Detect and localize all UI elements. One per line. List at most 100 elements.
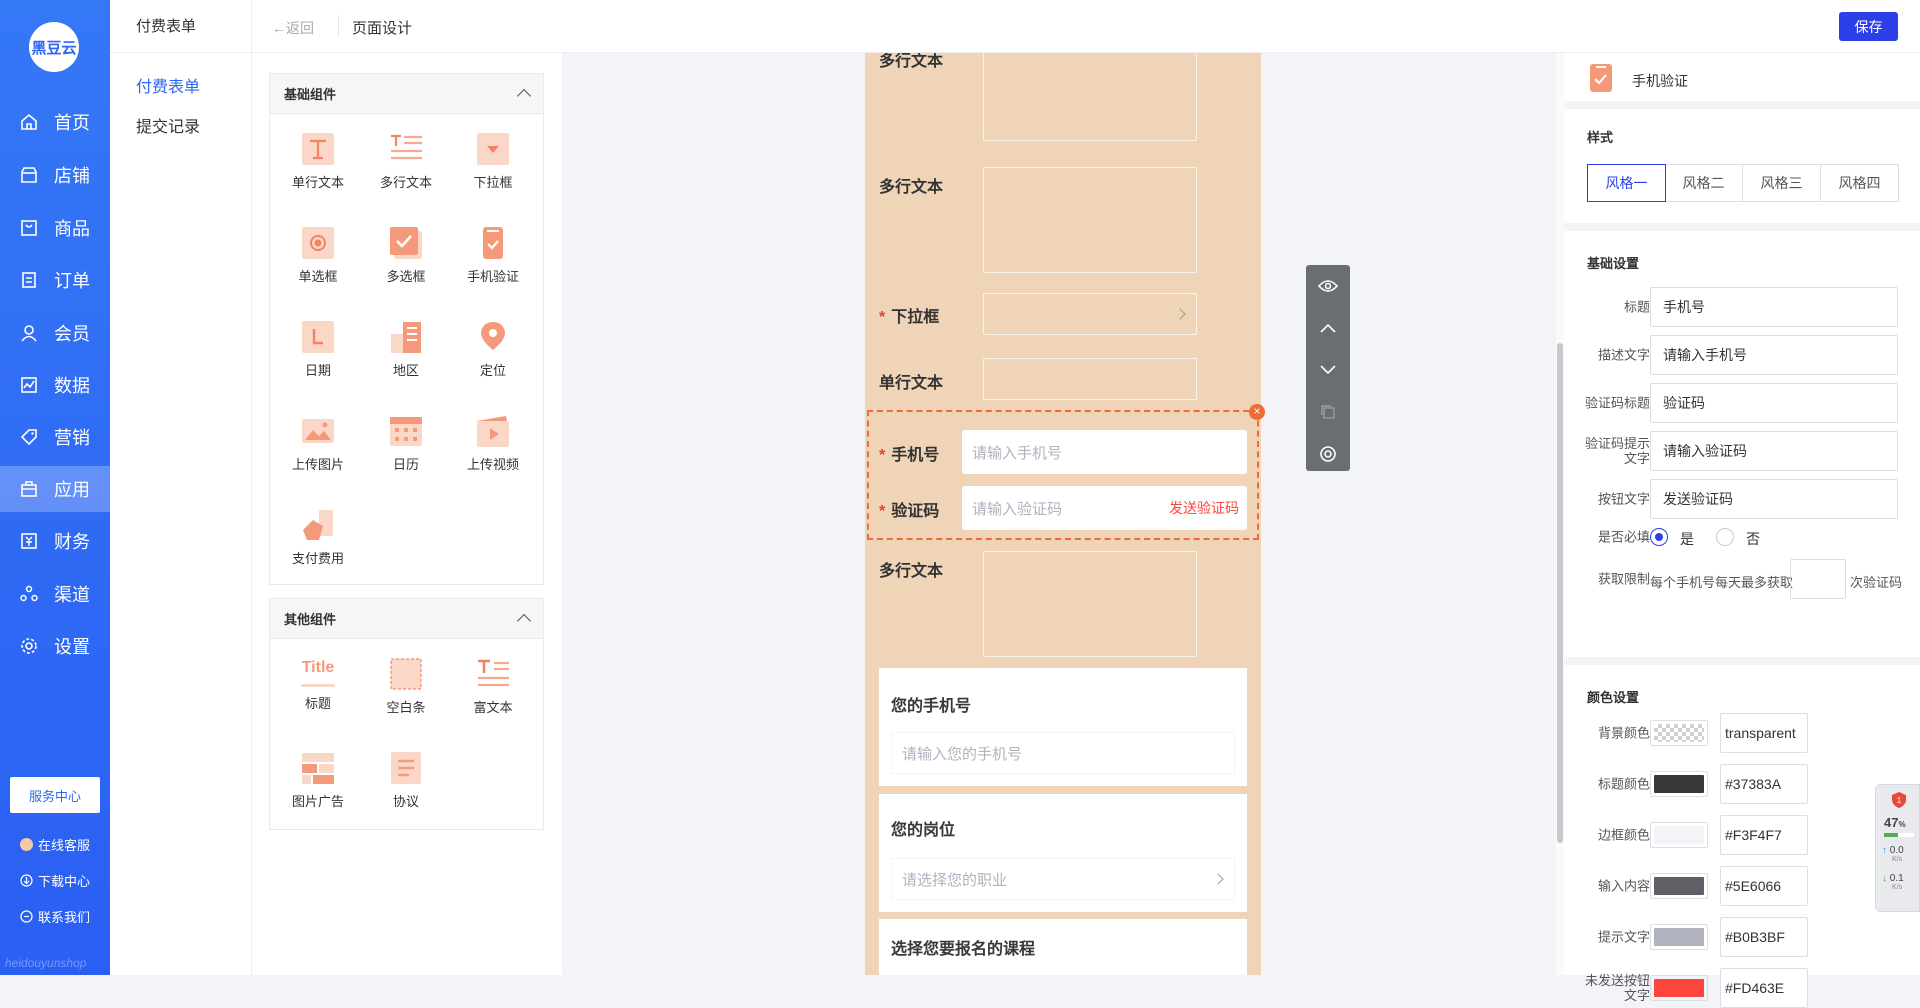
multiline-input[interactable]	[983, 551, 1197, 657]
nav-item-finance[interactable]: 财务	[0, 518, 110, 564]
comp-image-ad[interactable]: 图片广告	[275, 741, 361, 821]
required-yes-radio[interactable]	[1650, 528, 1668, 546]
component-palette: 基础组件 单行文本 多行文本 下拉框 单选框 多选框 手机验证 日期 地区 定位…	[252, 53, 562, 975]
building-icon	[391, 322, 421, 353]
comp-label: 富文本	[473, 700, 513, 715]
multiline-input[interactable]	[983, 53, 1197, 141]
tab-style-1[interactable]: 风格一	[1587, 164, 1666, 202]
contact-us-label: 联系我们	[38, 910, 91, 925]
dropdown-field[interactable]	[983, 293, 1197, 335]
tab-style-4[interactable]: 风格四	[1821, 165, 1898, 201]
comp-calendar[interactable]: 日历	[363, 404, 449, 484]
multiline-input[interactable]	[983, 167, 1197, 273]
brand-logo[interactable]: 黑豆云	[29, 22, 79, 72]
other-components-header[interactable]: 其他组件	[270, 599, 543, 639]
subnav-item-submissions[interactable]: 提交记录	[136, 113, 200, 137]
download-center-link[interactable]: 下载中心	[20, 871, 90, 890]
delete-component-icon[interactable]: ×	[1249, 404, 1265, 420]
page-title: 页面设计	[352, 20, 413, 37]
card-input[interactable]: 请输入您的手机号	[891, 732, 1235, 774]
comp-multi-line[interactable]: 多行文本	[363, 122, 449, 202]
comp-date[interactable]: 日期	[275, 310, 361, 390]
app-icon	[21, 481, 37, 497]
comp-spacer[interactable]: 空白条	[363, 647, 449, 727]
online-service-link[interactable]: 在线客服	[20, 835, 90, 854]
color-swatch[interactable]	[1650, 720, 1708, 746]
comp-payment[interactable]: 支付费用	[275, 498, 361, 578]
nav-item-goods[interactable]: 商品	[0, 205, 110, 251]
color-value-input[interactable]: #5E6066	[1720, 866, 1808, 906]
title-input[interactable]: 手机号	[1650, 287, 1898, 327]
nav-item-apps[interactable]: 应用	[0, 466, 110, 512]
required-no-radio[interactable]	[1716, 528, 1734, 546]
color-value-input[interactable]: #37383A	[1720, 764, 1808, 804]
contact-us-link[interactable]: 联系我们	[20, 907, 90, 926]
move-up-button[interactable]	[1306, 307, 1350, 349]
description-input[interactable]: 请输入手机号	[1650, 335, 1898, 375]
comp-label: 支付费用	[291, 551, 344, 566]
comp-location[interactable]: 定位	[450, 310, 536, 390]
canvas-scrollbar[interactable]	[1556, 53, 1564, 975]
comp-radio[interactable]: 单选框	[275, 216, 361, 296]
setting-label: 输入内容	[1597, 878, 1650, 894]
comp-upload-image[interactable]: 上传图片	[275, 404, 361, 484]
comp-checkbox[interactable]: 多选框	[363, 216, 449, 296]
nav-item-marketing[interactable]: 营销	[0, 414, 110, 460]
basic-settings-section: 基础设置 标题 手机号 描述文字 请输入手机号 验证码标题 验证码 验证码提示文…	[1564, 231, 1920, 657]
color-swatch[interactable]	[1650, 822, 1708, 848]
card-select[interactable]: 请选择您的职业	[891, 858, 1235, 900]
comp-title[interactable]: Title 标题	[275, 647, 361, 727]
comp-rich-text[interactable]: 富文本	[450, 647, 536, 727]
color-swatch[interactable]	[1650, 975, 1708, 1001]
settings-button[interactable]	[1306, 433, 1350, 475]
net-speed-widget[interactable]: 1 47% ↑ 0.0 K/s ↓ 0.1 K/s	[1875, 784, 1920, 912]
comp-single-line[interactable]: 单行文本	[275, 122, 361, 202]
limit-count-input[interactable]	[1790, 559, 1846, 599]
nav-label: 会员	[54, 324, 90, 344]
tab-style-2[interactable]: 风格二	[1665, 165, 1743, 201]
color-row: 边框颜色 #F3F4F7	[1564, 815, 1920, 855]
nav-item-member[interactable]: 会员	[0, 310, 110, 356]
nav-item-order[interactable]: 订单	[0, 257, 110, 303]
tab-style-3[interactable]: 风格三	[1743, 165, 1821, 201]
title-icon: Title	[301, 657, 335, 687]
nav-item-settings[interactable]: 设置	[0, 623, 110, 669]
nav-item-data[interactable]: 数据	[0, 362, 110, 408]
color-value-input[interactable]: #B0B3BF	[1720, 917, 1808, 957]
comp-upload-video[interactable]: 上传视频	[450, 404, 536, 484]
color-swatch[interactable]	[1650, 873, 1708, 899]
color-value-input[interactable]: transparent	[1720, 713, 1808, 753]
preview-button[interactable]	[1306, 265, 1350, 307]
radio-label: 是	[1680, 531, 1694, 547]
nav-label: 应用	[54, 480, 90, 500]
service-center-button[interactable]: 服务中心	[10, 777, 100, 813]
nav-item-store[interactable]: 店铺	[0, 152, 110, 198]
nav-item-channel[interactable]: 渠道	[0, 571, 110, 617]
limit-suffix: 次验证码	[1850, 575, 1903, 590]
code-input[interactable]: 请输入验证码 发送验证码	[962, 486, 1247, 530]
color-swatch[interactable]	[1650, 924, 1708, 950]
save-button[interactable]: 保存	[1839, 12, 1898, 41]
send-code-button[interactable]: 发送验证码	[1169, 498, 1239, 518]
color-value-input[interactable]: #F3F4F7	[1720, 815, 1808, 855]
copy-button[interactable]	[1306, 391, 1350, 433]
nav-item-home[interactable]: 首页	[0, 99, 110, 145]
move-down-button[interactable]	[1306, 349, 1350, 391]
scrollbar-thumb[interactable]	[1557, 343, 1563, 843]
code-hint-input[interactable]: 请输入验证码	[1650, 431, 1898, 471]
cpu-percent: 47%	[1884, 815, 1906, 830]
color-value-input[interactable]: #FD463E	[1720, 968, 1808, 1008]
basic-components-header[interactable]: 基础组件	[270, 74, 543, 114]
code-title-input[interactable]: 验证码	[1650, 383, 1898, 423]
subnav-item-paid-form[interactable]: 付费表单	[136, 73, 200, 97]
phone-input[interactable]: 请输入手机号	[962, 430, 1247, 474]
comp-agreement[interactable]: 协议	[363, 741, 449, 821]
comp-phone-verify[interactable]: 手机验证	[450, 216, 536, 296]
single-line-input[interactable]	[983, 358, 1197, 400]
button-text-input[interactable]: 发送验证码	[1650, 479, 1898, 519]
comp-region[interactable]: 地区	[363, 310, 449, 390]
comp-dropdown[interactable]: 下拉框	[450, 122, 536, 202]
color-swatch[interactable]	[1650, 771, 1708, 797]
agreement-icon	[391, 752, 421, 784]
back-button[interactable]: ←返回	[272, 18, 314, 38]
